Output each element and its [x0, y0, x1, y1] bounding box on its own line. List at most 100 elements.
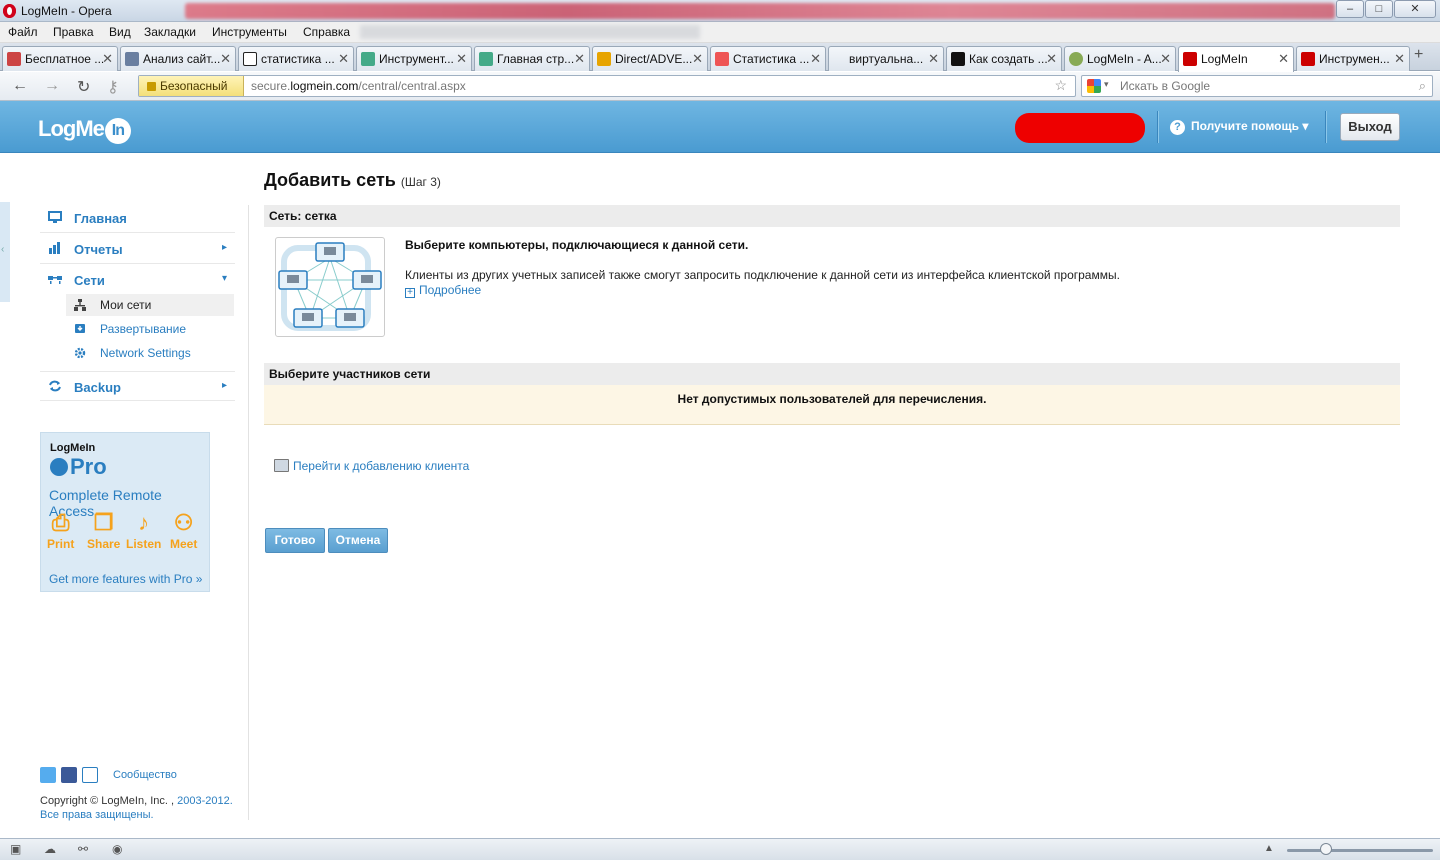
tab-label: Как создать ... — [969, 52, 1048, 66]
help-menu[interactable]: ? Получите помощь ▾ — [1170, 119, 1308, 135]
blog-icon[interactable] — [82, 767, 98, 783]
tab-close-icon[interactable]: ✕ — [338, 51, 349, 67]
close-window-button[interactable]: ✕ — [1394, 0, 1436, 18]
mesh-network-illustration — [275, 237, 385, 337]
tab-favicon-icon — [125, 52, 139, 66]
title-bar: LogMeIn - Opera – □ ✕ — [0, 0, 1440, 22]
tab[interactable]: LogMeIn - A... ✕ — [1064, 46, 1176, 71]
tab-close-icon[interactable]: ✕ — [220, 51, 231, 67]
tab-favicon-icon — [1069, 52, 1083, 66]
sidebar-subitem-my-networks[interactable]: Мои сети — [66, 294, 234, 316]
turbo-icon[interactable]: ◉ — [112, 842, 122, 856]
tab-label: LogMeIn - A... — [1087, 52, 1162, 66]
more-info-link[interactable]: + Подробнее — [405, 283, 481, 298]
tab-close-icon[interactable]: ✕ — [928, 51, 939, 67]
forward-arrow-icon[interactable]: → — [44, 77, 60, 95]
header-divider — [1157, 111, 1158, 143]
sidebar-item-home[interactable]: Главная — [40, 203, 235, 233]
panel-toggle-icon[interactable]: ▣ — [10, 842, 21, 856]
pro-logo-icon — [50, 458, 68, 476]
menu-bookmarks[interactable]: Закладки — [144, 25, 196, 39]
tab[interactable]: Как создать ... ✕ — [946, 46, 1062, 71]
share-files-icon: ❐ — [93, 510, 114, 535]
monitor-icon — [48, 211, 62, 223]
menu-file[interactable]: Файл — [8, 25, 38, 39]
sidebar-subitem-network-settings[interactable]: Network Settings — [66, 342, 234, 364]
tab-close-icon[interactable]: ✕ — [1394, 51, 1405, 67]
tab[interactable]: Бесплатное ... ✕ — [2, 46, 118, 71]
tab-label: Статистика ... — [733, 52, 810, 66]
rights-text: Все права защищены. — [40, 809, 154, 821]
menu-edit[interactable]: Правка — [53, 25, 94, 39]
logmein-logo[interactable]: LogMe In — [38, 116, 131, 144]
header-divider — [1325, 111, 1326, 143]
menu-help[interactable]: Справка — [303, 25, 350, 39]
blurred-title-region — [185, 3, 1335, 19]
logout-button[interactable]: Выход — [1340, 113, 1400, 141]
tab[interactable]: Статистика ... ✕ — [710, 46, 826, 71]
bookmark-star-icon[interactable]: ☆ — [1054, 77, 1067, 94]
sidebar-item-networks[interactable]: Сети ▾ — [40, 265, 235, 295]
tab-close-icon[interactable]: ✕ — [574, 51, 585, 67]
navigation-bar: ← → ↻ ⚷ Безопасный secure.logmein.com/ce… — [0, 72, 1440, 101]
unite-icon[interactable]: ⚯ — [78, 842, 88, 856]
bar-chart-icon — [49, 242, 60, 254]
twitter-icon[interactable] — [40, 767, 56, 783]
choose-computers-heading: Выберите компьютеры, подключающиеся к да… — [405, 238, 749, 252]
maximize-button[interactable]: □ — [1365, 0, 1393, 18]
search-field[interactable]: ▾ Искать в Google ⌕ — [1081, 75, 1433, 97]
tab-active[interactable]: LogMeIn ✕ — [1178, 46, 1294, 72]
tab-close-icon[interactable]: ✕ — [456, 51, 467, 67]
copyright-years: 2003-2012. — [177, 795, 233, 807]
facebook-icon[interactable] — [61, 767, 77, 783]
new-tab-button[interactable]: + — [1414, 46, 1423, 64]
sidebar-item-reports[interactable]: Отчеты ▸ — [40, 234, 235, 264]
sidebar-collapse-handle[interactable]: ‹ — [0, 202, 10, 302]
zoom-slider-handle[interactable] — [1320, 843, 1332, 855]
tab-close-icon[interactable]: ✕ — [692, 51, 703, 67]
promo-more-link[interactable]: Get more features with Pro » — [49, 572, 202, 586]
tab[interactable]: виртуальна... ✕ — [828, 46, 944, 71]
search-icon[interactable]: ⌕ — [1419, 78, 1426, 94]
tab-close-icon[interactable]: ✕ — [810, 51, 821, 67]
key-icon[interactable]: ⚷ — [107, 77, 119, 97]
tab-close-icon[interactable]: ✕ — [1278, 51, 1289, 67]
search-engine-dropdown-icon[interactable]: ▾ — [1104, 79, 1109, 90]
tab[interactable]: Главная стр... ✕ — [474, 46, 590, 71]
cloud-icon[interactable]: ☁ — [44, 842, 56, 856]
zoom-slider[interactable] — [1287, 849, 1433, 852]
sidebar-subitem-label: Мои сети — [100, 298, 152, 312]
menu-tools[interactable]: Инструменты — [212, 25, 287, 39]
tab[interactable]: Инструмент... ✕ — [356, 46, 472, 71]
minimize-button[interactable]: – — [1336, 0, 1364, 18]
tab[interactable]: статистика ... ✕ — [238, 46, 354, 71]
url-prefix: secure. — [251, 79, 291, 93]
network-tree-icon — [74, 299, 86, 311]
tab[interactable]: Direct/ADVE... ✕ — [592, 46, 708, 71]
tab-close-icon[interactable]: ✕ — [1046, 51, 1057, 67]
tab-close-icon[interactable]: ✕ — [102, 51, 113, 67]
community-link[interactable]: Сообщество — [113, 769, 177, 781]
cancel-button[interactable]: Отмена — [328, 528, 388, 553]
zoom-icon[interactable]: ▲ — [1264, 843, 1274, 854]
plus-icon: + — [405, 288, 415, 298]
address-field[interactable]: Безопасный secure.logmein.com/central/ce… — [138, 75, 1076, 97]
sidebar-item-backup[interactable]: Backup ▸ — [40, 371, 235, 401]
done-button[interactable]: Готово — [265, 528, 325, 553]
sidebar-subitem-deployment[interactable]: Развертывание — [66, 318, 234, 340]
pro-promo-banner[interactable]: LogMeIn Pro Complete Remote Access ⎙ Prin… — [40, 432, 210, 592]
tab-label: Главная стр... — [497, 52, 575, 66]
reload-icon[interactable]: ↻ — [77, 77, 90, 97]
tab[interactable]: Анализ сайт... ✕ — [120, 46, 236, 71]
sidebar-item-label: Сети — [74, 273, 105, 288]
menu-view[interactable]: Вид — [109, 25, 131, 39]
window-title: LogMeIn - Opera — [21, 4, 112, 18]
security-badge[interactable]: Безопасный — [139, 76, 244, 96]
tab-close-icon[interactable]: ✕ — [1160, 51, 1171, 67]
add-client-link[interactable]: Перейти к добавлению клиента — [274, 459, 469, 473]
url-domain: logmein.com — [290, 79, 359, 93]
network-icon — [48, 276, 62, 284]
url-text: secure.logmein.com/central/central.aspx — [251, 79, 466, 93]
tab[interactable]: Инструмен... ✕ — [1296, 46, 1410, 71]
back-arrow-icon[interactable]: ← — [12, 77, 28, 95]
